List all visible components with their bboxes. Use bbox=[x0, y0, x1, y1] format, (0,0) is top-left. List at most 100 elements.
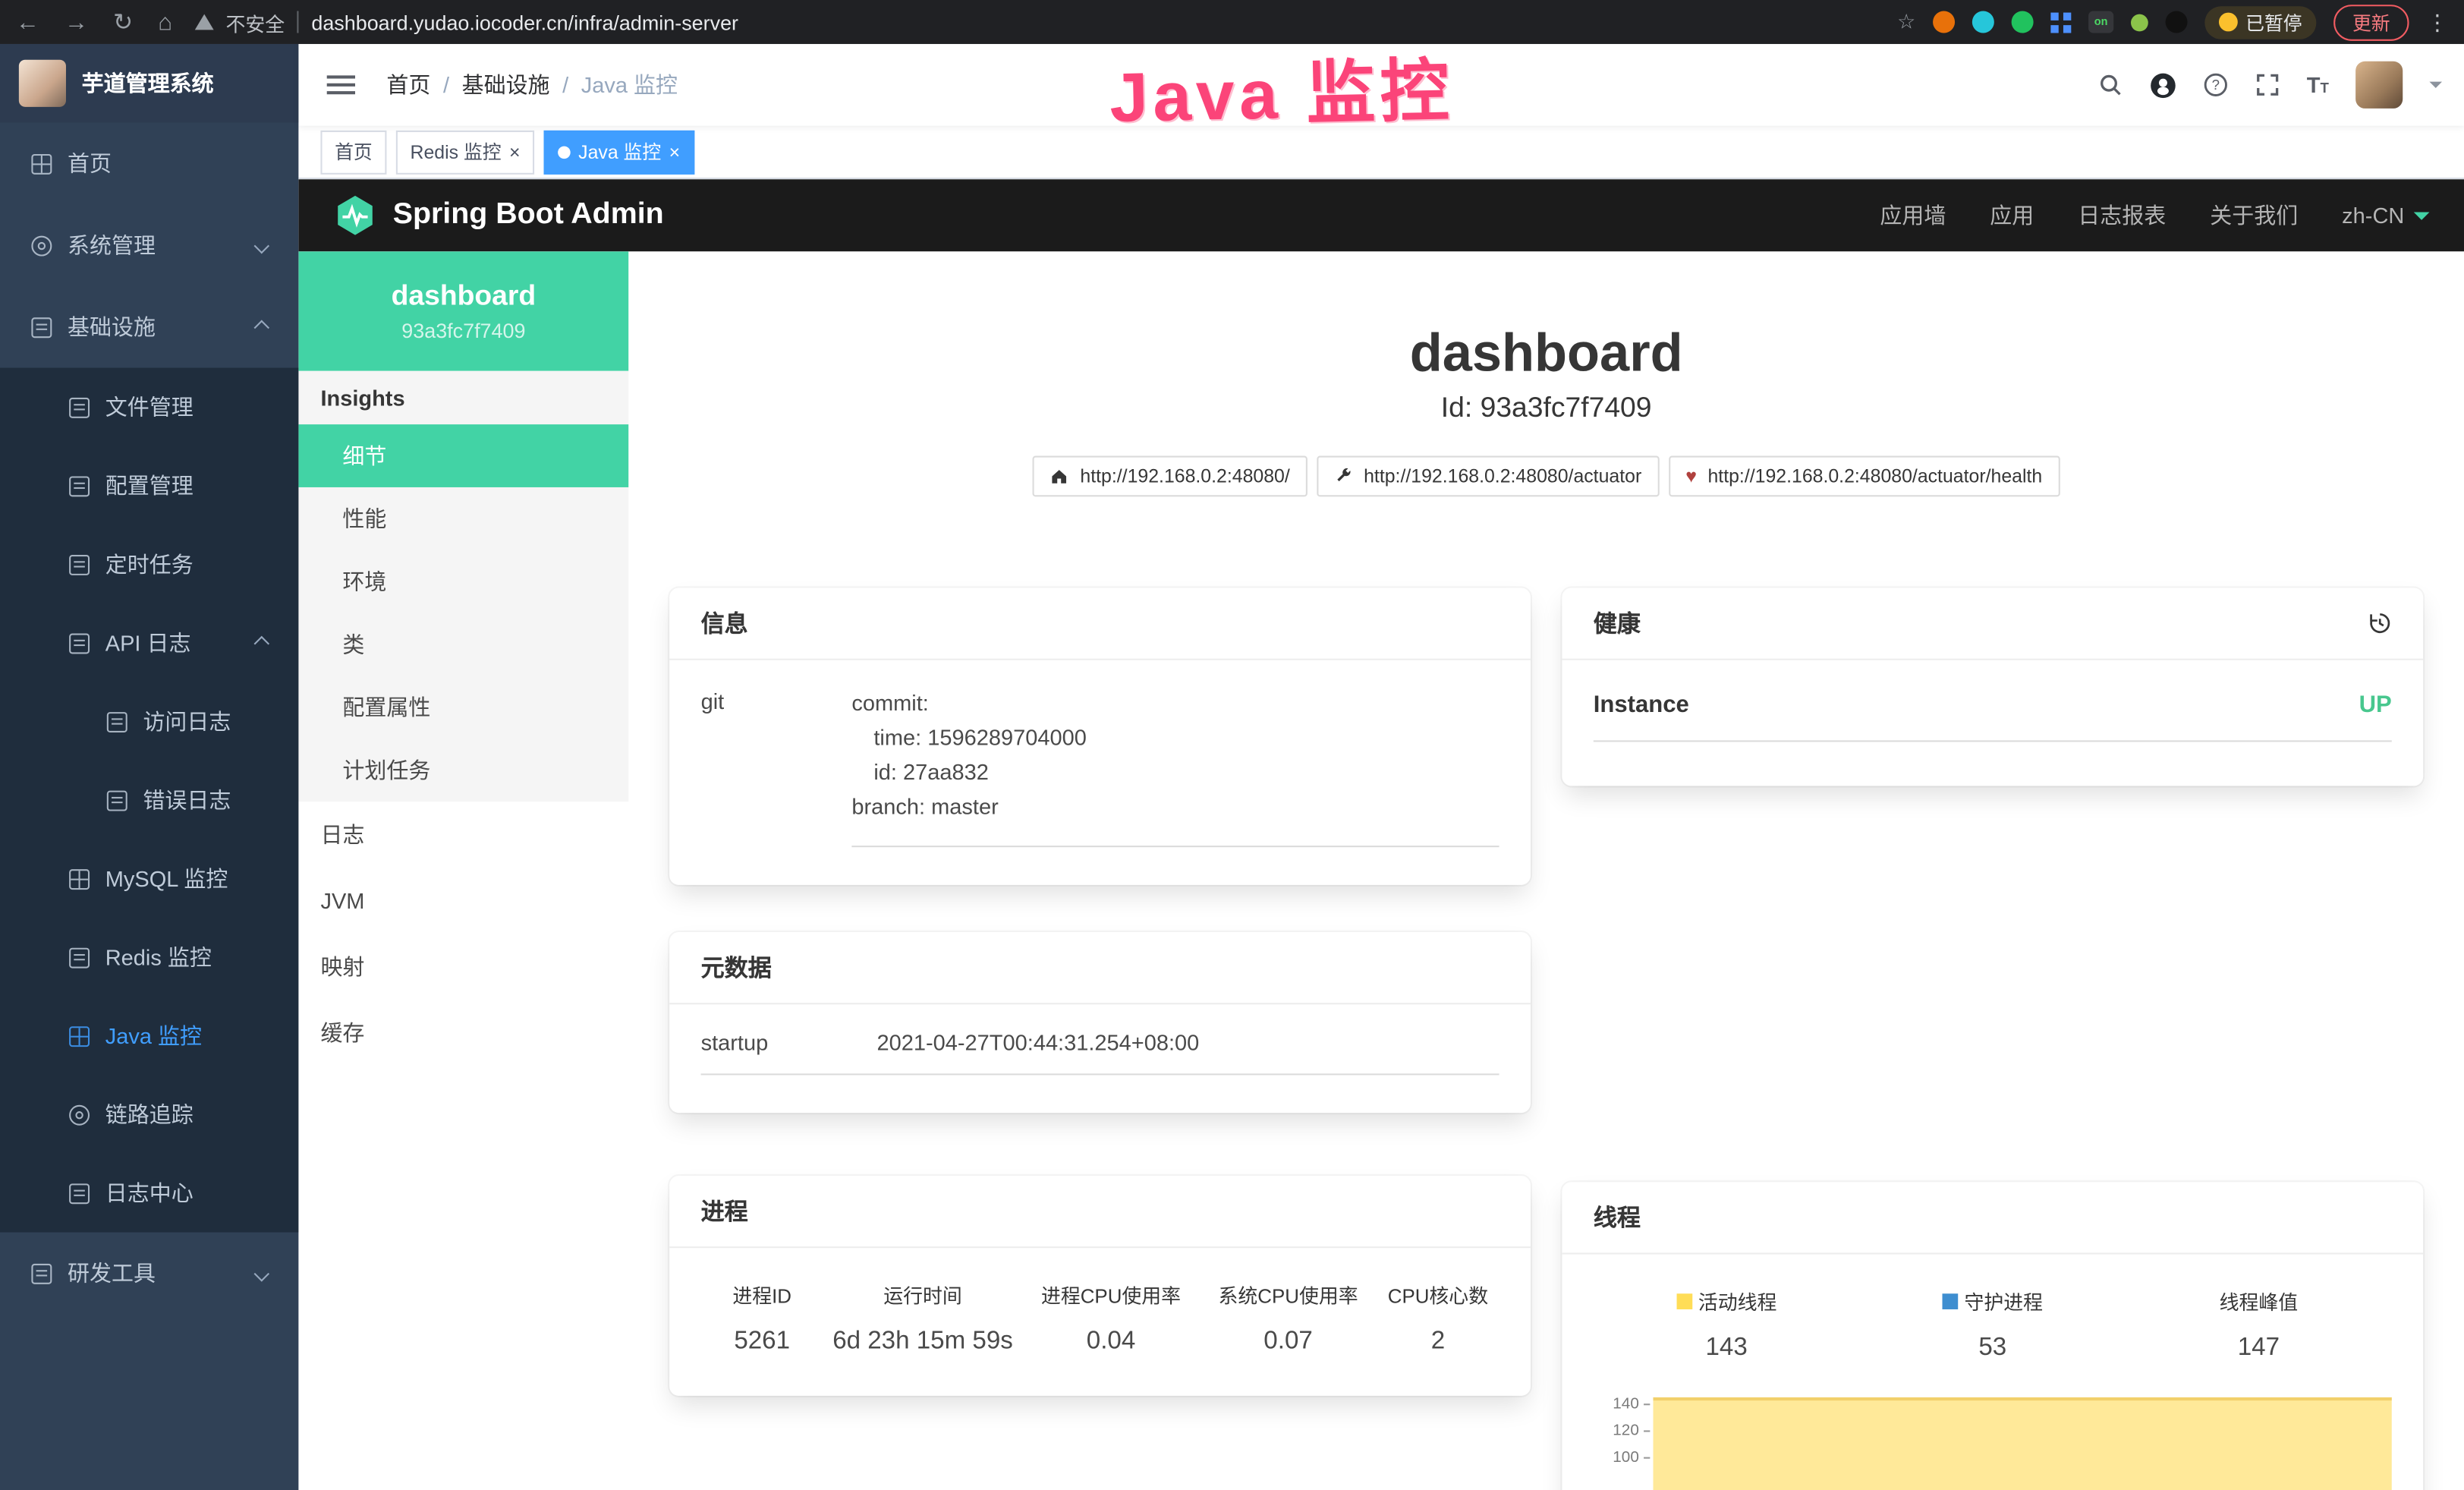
close-icon[interactable] bbox=[509, 140, 521, 162]
sidebar-item-system[interactable]: 系统管理 bbox=[0, 204, 298, 286]
sba-detail-view: dashboard Id: 93a3fc7f7409 http://192.16… bbox=[628, 251, 2464, 1490]
sba-menu-metrics[interactable]: 性能 bbox=[298, 487, 628, 550]
smiley-icon bbox=[2219, 13, 2238, 32]
sidebar-item-jobs[interactable]: 定时任务 bbox=[0, 525, 298, 604]
breadcrumb-infra[interactable]: 基础设施 bbox=[462, 69, 550, 100]
extension-icon-green[interactable] bbox=[2012, 11, 2034, 33]
extension-icon-switch[interactable]: on bbox=[2088, 11, 2113, 33]
info-card-title: 信息 bbox=[701, 607, 748, 640]
tab-java-monitor[interactable]: Java 监控 bbox=[544, 130, 694, 174]
home-icon[interactable]: ⌂ bbox=[158, 8, 172, 35]
browser-menu-icon[interactable]: ⋮ bbox=[2426, 8, 2448, 35]
app-logo[interactable]: 芋道管理系统 bbox=[0, 44, 298, 123]
forward-icon[interactable]: → bbox=[65, 8, 88, 35]
extension-icon-teal[interactable] bbox=[1972, 11, 1994, 33]
sidebar-item-log-center[interactable]: 日志中心 bbox=[0, 1154, 298, 1233]
process-card: 进程 进程ID 5261 运行时间 bbox=[669, 1176, 1531, 1396]
insights-label: Insights bbox=[298, 371, 628, 424]
close-icon[interactable] bbox=[669, 140, 681, 162]
github-icon[interactable] bbox=[2150, 71, 2176, 98]
instance-links: http://192.168.0.2:48080/ http://192.168… bbox=[669, 456, 2423, 497]
sidebar-item-home[interactable]: 首页 bbox=[0, 123, 298, 205]
sidebar-item-devtools[interactable]: 研发工具 bbox=[0, 1233, 298, 1315]
bookmark-star-icon[interactable]: ☆ bbox=[1897, 9, 1915, 34]
sba-menu-scheduled-tasks[interactable]: 计划任务 bbox=[298, 739, 628, 802]
back-icon[interactable]: ← bbox=[16, 8, 39, 35]
process-col-header: 进程CPU使用率 bbox=[1029, 1280, 1194, 1309]
extension-icon-orange[interactable] bbox=[1933, 11, 1955, 33]
metadata-card: 元数据 startup 2021-04-27T00:44:31.254+08:0… bbox=[669, 932, 1531, 1113]
sba-menu-logs[interactable]: 日志 bbox=[298, 802, 628, 868]
sba-menu-classes[interactable]: 类 bbox=[298, 613, 628, 676]
process-col-value: 2 bbox=[1383, 1328, 1493, 1356]
chevron-down-icon bbox=[254, 1265, 269, 1281]
screen: ← → ↻ ⌂ 不安全 dashboard.yudao.iocoder.cn/i… bbox=[0, 0, 2464, 1490]
sba-menu-details[interactable]: 细节 bbox=[298, 424, 628, 487]
breadcrumb-home[interactable]: 首页 bbox=[386, 69, 430, 100]
health-url-link[interactable]: ♥ http://192.168.0.2:48080/actuator/heal… bbox=[1668, 456, 2060, 497]
threads-card-title: 线程 bbox=[1594, 1201, 1641, 1233]
metadata-row-startup: startup 2021-04-27T00:44:31.254+08:00 bbox=[701, 1030, 1499, 1076]
legend-swatch-yellow bbox=[1676, 1293, 1692, 1309]
sba-menu-mappings[interactable]: 映射 bbox=[298, 934, 628, 1000]
sba-menu-config-props[interactable]: 配置属性 bbox=[298, 676, 628, 739]
search-icon[interactable] bbox=[2097, 72, 2123, 97]
schedule-icon bbox=[69, 554, 90, 575]
chevron-down-icon bbox=[254, 238, 269, 253]
sba-nav-applications[interactable]: 应用 bbox=[1990, 200, 2034, 231]
hamburger-icon[interactable] bbox=[327, 75, 355, 78]
extension-icon-dark[interactable] bbox=[2165, 11, 2187, 33]
sba-menu-caches[interactable]: 缓存 bbox=[298, 1000, 628, 1066]
sidebar-item-java-monitor[interactable]: Java 监控 bbox=[0, 997, 298, 1076]
wrench-icon bbox=[1334, 467, 1353, 486]
chevron-up-icon bbox=[254, 635, 269, 650]
sba-menu-jvm[interactable]: JVM bbox=[298, 868, 628, 934]
sba-nav-wallboard[interactable]: 应用墙 bbox=[1880, 200, 1946, 231]
avatar[interactable] bbox=[2355, 61, 2403, 109]
address-bar[interactable]: 不安全 dashboard.yudao.iocoder.cn/infra/adm… bbox=[194, 7, 1875, 36]
paused-badge[interactable]: 已暂停 bbox=[2204, 5, 2316, 38]
actuator-url-link[interactable]: http://192.168.0.2:48080/actuator bbox=[1317, 456, 1659, 497]
history-icon[interactable] bbox=[2368, 612, 2392, 635]
active-dot bbox=[558, 146, 571, 159]
mysql-icon bbox=[69, 868, 90, 889]
sidebar-item-api-log[interactable]: API 日志 bbox=[0, 603, 298, 682]
avatar-caret-icon[interactable] bbox=[2429, 82, 2442, 95]
infrastructure-icon bbox=[31, 317, 52, 337]
chart-y-axis: 140 120 100 bbox=[1594, 1391, 1651, 1490]
sidebar-item-config[interactable]: 配置管理 bbox=[0, 446, 298, 525]
security-label: 不安全 bbox=[225, 7, 285, 36]
service-url-link[interactable]: http://192.168.0.2:48080/ bbox=[1033, 456, 1307, 497]
reload-icon[interactable]: ↻ bbox=[113, 8, 133, 36]
sba-menu-environment[interactable]: 环境 bbox=[298, 550, 628, 613]
tab-home[interactable]: 首页 bbox=[320, 130, 386, 174]
sidebar-item-infra[interactable]: 基础设施 bbox=[0, 286, 298, 368]
sidebar-item-files[interactable]: 文件管理 bbox=[0, 368, 298, 447]
instance-header[interactable]: dashboard 93a3fc7f7409 bbox=[298, 251, 628, 370]
fullscreen-icon[interactable] bbox=[2255, 72, 2280, 97]
sba-nav-about[interactable]: 关于我们 bbox=[2210, 200, 2298, 231]
api-log-icon bbox=[69, 632, 90, 653]
sba-brand[interactable]: Spring Boot Admin bbox=[333, 194, 664, 238]
update-button[interactable]: 更新 bbox=[2333, 4, 2409, 40]
extension-icon-grid[interactable] bbox=[2050, 12, 2071, 33]
dashboard-icon bbox=[31, 153, 52, 174]
extension-icon-leaf[interactable] bbox=[2131, 14, 2148, 31]
threads-card: 线程 活动线程 143 守护进程 bbox=[1562, 1182, 2423, 1490]
sba-nav-journal[interactable]: 日志报表 bbox=[2078, 200, 2166, 231]
locale-select[interactable]: zh-CN bbox=[2342, 203, 2429, 228]
tab-redis-monitor[interactable]: Redis 监控 bbox=[396, 130, 534, 174]
sidebar-item-error-log[interactable]: 错误日志 bbox=[0, 761, 298, 840]
heart-icon: ♥ bbox=[1685, 467, 1697, 486]
sidebar-item-tracing[interactable]: 链路追踪 bbox=[0, 1075, 298, 1154]
sidebar-item-mysql[interactable]: MySQL 监控 bbox=[0, 840, 298, 918]
url-text: dashboard.yudao.iocoder.cn/infra/admin-s… bbox=[311, 10, 738, 33]
font-size-icon[interactable] bbox=[2307, 72, 2329, 97]
sidebar-item-redis[interactable]: Redis 监控 bbox=[0, 918, 298, 997]
health-card-title: 健康 bbox=[1594, 607, 1641, 640]
sidebar-item-access-log[interactable]: 访问日志 bbox=[0, 682, 298, 761]
file-icon bbox=[69, 397, 90, 417]
access-log-icon bbox=[107, 711, 127, 732]
help-icon[interactable]: ? bbox=[2203, 72, 2228, 97]
process-col-header: CPU核心数 bbox=[1383, 1280, 1493, 1309]
